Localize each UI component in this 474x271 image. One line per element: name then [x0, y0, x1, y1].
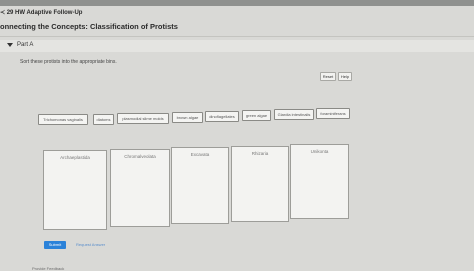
assignment-breadcrumb[interactable]: ≺ 29 HW Adaptive Follow-Up — [0, 9, 82, 16]
provide-feedback-link[interactable]: Provide Feedback — [32, 266, 64, 271]
instructions: Sort these protists into the appropriate… — [20, 59, 117, 65]
tile-foraminiferans[interactable]: foraminiferans — [316, 108, 350, 119]
tile-brown-algae[interactable]: brown algae — [172, 112, 203, 123]
divider — [0, 36, 474, 37]
tile-green-algae[interactable]: green algae — [242, 110, 271, 121]
bin-label: Archaeplastida — [60, 155, 90, 160]
bin-label: Excavata — [190, 152, 210, 157]
help-button[interactable]: Help — [338, 72, 352, 81]
chevron-down-icon[interactable] — [7, 43, 13, 47]
tile-trichomonas-vaginalis[interactable]: Trichomonas vaginalis — [38, 114, 88, 125]
part-label[interactable]: Part A — [17, 42, 33, 48]
tile-dinoflagellates[interactable]: dinoflagellates — [205, 111, 239, 122]
reset-button[interactable]: Reset — [320, 72, 336, 81]
bin-unikonta[interactable]: Unikonta — [290, 144, 349, 219]
bin-label: Rhizaria — [251, 151, 269, 156]
bin-archaeplastida[interactable]: Archaeplastida — [43, 150, 107, 230]
bin-excavata[interactable]: Excavata — [171, 147, 229, 224]
tile-plasmodial-slime-molds[interactable]: plasmodial slime molds — [117, 113, 169, 124]
part-a-header[interactable] — [0, 40, 474, 52]
top-toolbar — [0, 0, 474, 6]
bin-label: Chromalveolata — [124, 154, 156, 159]
submit-button[interactable]: Submit — [44, 241, 66, 249]
tile-giardia-intestinalis[interactable]: Giardia intestinalis — [274, 109, 314, 120]
request-answer-link[interactable]: Request Answer — [76, 242, 105, 247]
bin-chromalveolata[interactable]: Chromalveolata — [110, 149, 170, 227]
page-title: onnecting the Concepts: Classification o… — [0, 22, 178, 31]
tile-diatoms[interactable]: diatoms — [93, 114, 114, 125]
bin-label: Unikonta — [310, 149, 329, 154]
bin-rhizaria[interactable]: Rhizaria — [231, 146, 289, 222]
